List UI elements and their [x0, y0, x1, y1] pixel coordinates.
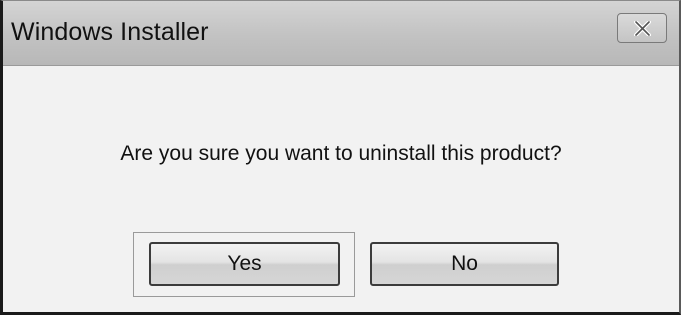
dialog-body: Are you sure you want to uninstall this …: [3, 66, 679, 312]
no-button[interactable]: No: [370, 242, 559, 286]
window-title: Windows Installer: [11, 18, 209, 46]
windows-installer-dialog: Windows Installer Are you sure you want …: [0, 0, 681, 315]
close-icon: [634, 21, 651, 36]
close-button[interactable]: [617, 13, 667, 43]
title-bar[interactable]: Windows Installer: [3, 1, 679, 66]
confirmation-message: Are you sure you want to uninstall this …: [120, 142, 562, 165]
yes-button[interactable]: Yes: [149, 242, 340, 286]
